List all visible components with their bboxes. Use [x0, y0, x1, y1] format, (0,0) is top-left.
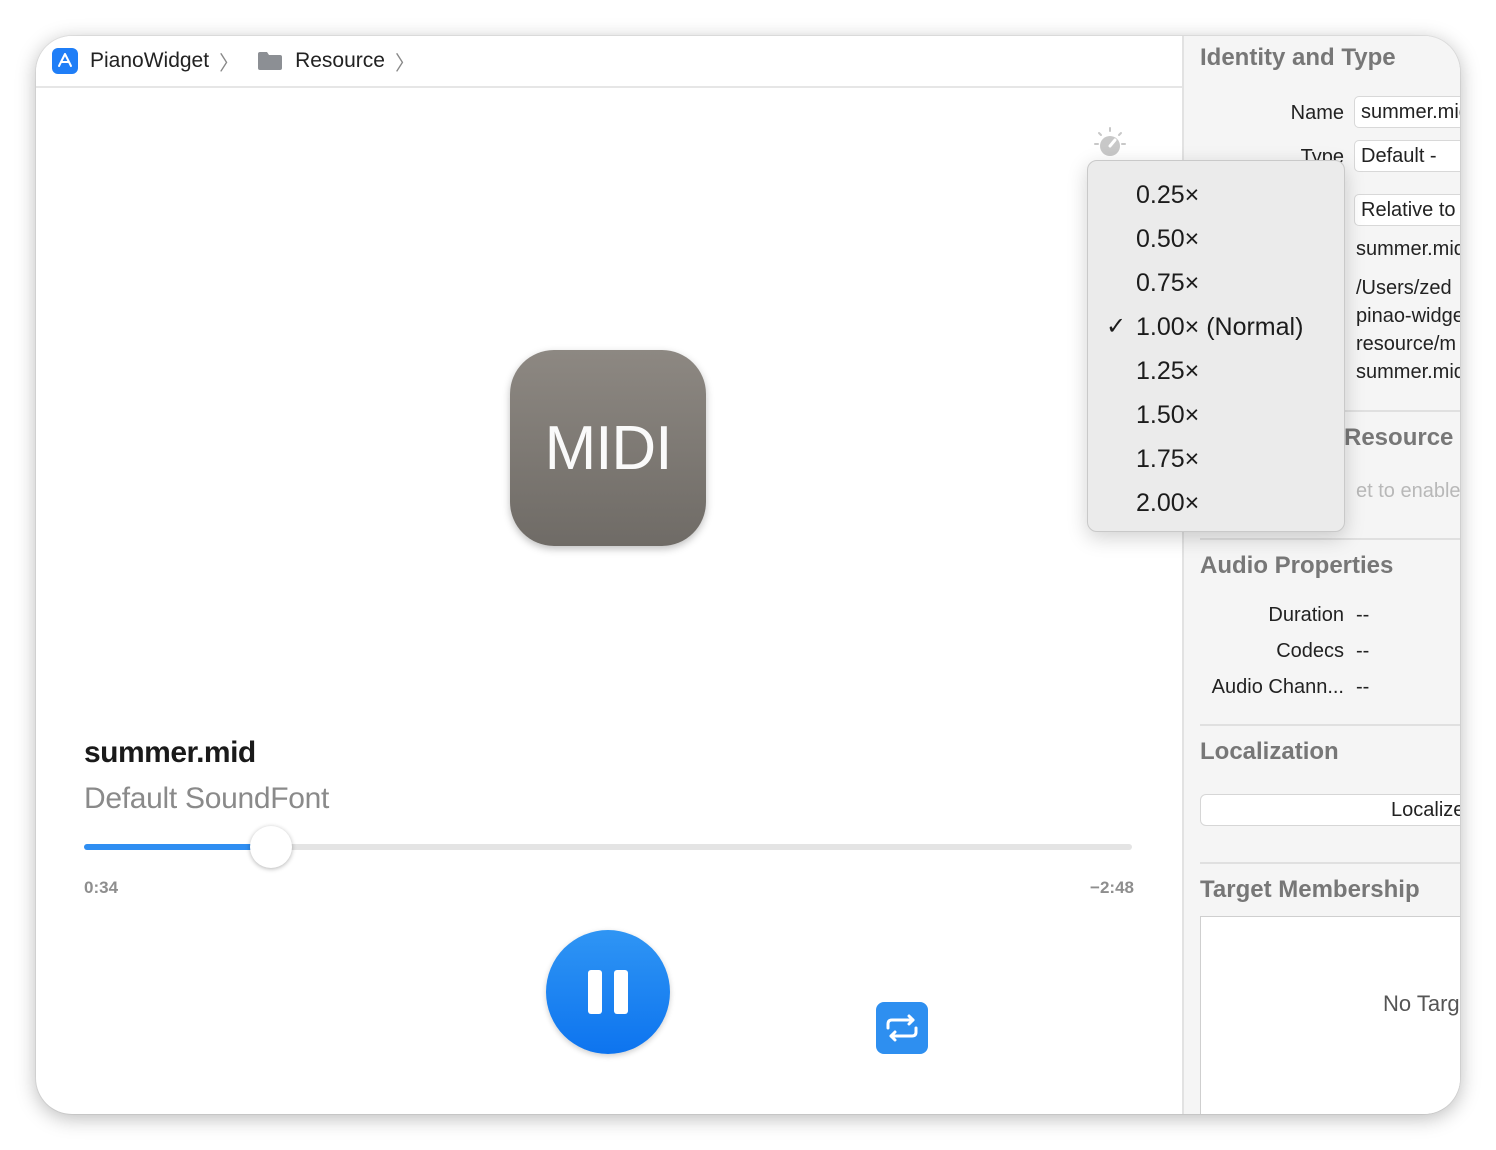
app-store-icon — [52, 48, 78, 74]
name-label: Name — [1290, 102, 1344, 124]
target-membership-list[interactable]: No Targets — [1200, 916, 1460, 1114]
speed-option[interactable]: 0.25× — [1088, 173, 1344, 217]
breadcrumb: PianoWidget 〉 Resource 〉 — [36, 36, 1182, 88]
repeat-icon — [886, 1014, 918, 1042]
speed-option[interactable]: 1.75× — [1088, 437, 1344, 481]
chevron-right-icon: 〉 — [394, 52, 415, 75]
speed-option[interactable]: 1.25× — [1088, 349, 1344, 393]
progress-thumb[interactable] — [250, 826, 292, 868]
breadcrumb-folder[interactable]: Resource — [295, 49, 385, 73]
codecs-value: -- — [1356, 640, 1370, 662]
progress-fill — [84, 844, 271, 850]
divider — [1200, 862, 1460, 864]
folder-icon — [257, 51, 283, 71]
playback-speed-icon[interactable] — [1092, 126, 1128, 162]
speed-option-selected[interactable]: ✓ 1.00× (Normal) — [1088, 305, 1344, 349]
soundfont-name: Default SoundFont — [84, 782, 330, 815]
repeat-button[interactable] — [876, 1002, 928, 1054]
resource-section-title: Resource — [1344, 424, 1454, 451]
audio-channels-value: -- — [1356, 676, 1370, 698]
elapsed-time: 0:34 — [84, 878, 119, 897]
type-select[interactable]: Default - — [1354, 140, 1460, 172]
localization-section-title: Localization — [1200, 738, 1339, 765]
divider — [1200, 724, 1460, 726]
chevron-right-icon: 〉 — [219, 52, 240, 75]
progress-track[interactable] — [84, 844, 1132, 850]
identity-section-title: Identity and Type — [1200, 44, 1396, 71]
playback-speed-menu: 0.25× 0.50× 0.75× ✓ 1.00× (Normal) 1.25×… — [1087, 160, 1345, 532]
name-field[interactable]: summer.mid — [1354, 96, 1460, 128]
audio-section-title: Audio Properties — [1200, 552, 1394, 579]
codecs-label: Codecs — [1276, 640, 1344, 662]
xcode-window: PianoWidget 〉 Resource 〉 MIDI summer.mid… — [36, 36, 1460, 1114]
audio-channels-label: Audio Chann... — [1211, 676, 1344, 698]
remaining-time: −2:48 — [1090, 878, 1134, 897]
speed-option[interactable]: 0.50× — [1088, 217, 1344, 261]
speed-option[interactable]: 1.50× — [1088, 393, 1344, 437]
midi-artwork-label: MIDI — [544, 413, 673, 483]
resource-hint: et to enable — [1356, 480, 1460, 502]
midi-artwork: MIDI — [510, 350, 706, 546]
duration-value: -- — [1356, 604, 1370, 626]
location-select[interactable]: Relative to Group — [1354, 194, 1460, 226]
target-membership-title: Target Membership — [1200, 876, 1420, 903]
pause-icon — [588, 970, 602, 1014]
audio-preview: MIDI summer.mid Default SoundFont 0:34 −… — [36, 90, 1182, 1114]
speed-option[interactable]: 2.00× — [1088, 481, 1344, 525]
file-name: summer.mid — [84, 736, 256, 769]
speed-option[interactable]: 0.75× — [1088, 261, 1344, 305]
no-targets-text: No Targets — [1383, 991, 1460, 1016]
checkmark-icon: ✓ — [1106, 313, 1127, 340]
localize-button[interactable]: Localize... — [1200, 794, 1460, 826]
breadcrumb-project[interactable]: PianoWidget — [90, 49, 209, 73]
full-path-value: /Users/zed pinao-widget resource/m summe… — [1356, 277, 1460, 383]
pause-button[interactable] — [546, 930, 670, 1054]
file-name-value: summer.mid — [1356, 238, 1460, 260]
divider — [1200, 538, 1460, 540]
duration-label: Duration — [1268, 604, 1344, 626]
